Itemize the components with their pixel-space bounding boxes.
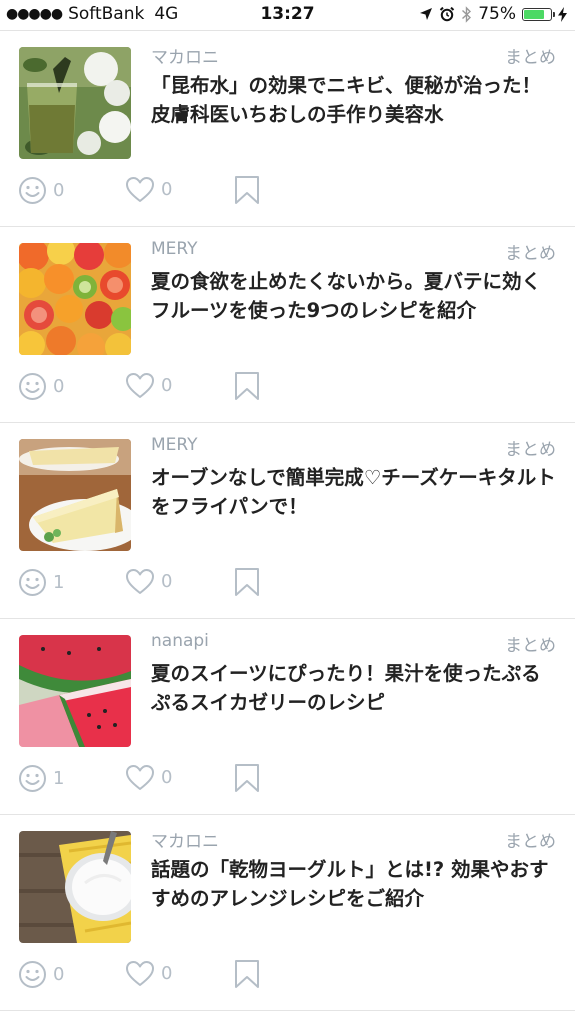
heart-icon: [126, 765, 154, 790]
bookmark-button[interactable]: [233, 959, 261, 989]
article-category: まとめ: [505, 244, 556, 264]
article-actions: 0 0: [0, 367, 575, 407]
like-button[interactable]: 0: [125, 176, 172, 203]
like-button[interactable]: 0: [125, 764, 172, 791]
battery-percent: 75%: [478, 4, 516, 24]
status-bar: ●●●●● SoftBank 4G 13:27 75%: [0, 0, 575, 31]
bookmark-button[interactable]: [233, 175, 261, 205]
article-source: マカロニ: [151, 48, 219, 68]
bookmark-icon: [235, 372, 259, 400]
like-button[interactable]: 0: [125, 568, 172, 595]
charging-bolt-icon: [558, 6, 567, 22]
article-card[interactable]: MERY まとめ 夏の食欲を止めたくないから。夏バテに効くフルーツを使った9つの…: [0, 227, 575, 423]
battery-fill: [524, 9, 544, 19]
smiley-icon: [19, 373, 46, 400]
article-title[interactable]: 夏の食欲を止めたくないから。夏バテに効くフルーツを使った9つのレシピを紹介: [151, 267, 557, 325]
article-actions: 0 0: [0, 955, 575, 995]
article-title[interactable]: 「昆布水」の効果でニキビ、便秘が治った！皮膚科医いちおしの手作り美容水: [151, 71, 557, 129]
article-actions: 1 0: [0, 759, 575, 799]
reaction-button[interactable]: 1: [18, 568, 64, 597]
article-card[interactable]: マカロニ まとめ 話題の「乾物ヨーグルト」とは!? 効果やおすすめのアレンジレシ…: [0, 815, 575, 1011]
reaction-count: 0: [53, 964, 65, 985]
article-thumbnail[interactable]: [19, 243, 131, 355]
smiley-icon: [19, 961, 46, 988]
reaction-count: 1: [53, 572, 65, 593]
like-button[interactable]: 0: [125, 372, 172, 399]
article-feed: マカロニ まとめ 「昆布水」の効果でニキビ、便秘が治った！皮膚科医いちおしの手作…: [0, 31, 575, 1011]
article-category: まとめ: [505, 636, 556, 656]
article-source: マカロニ: [151, 832, 219, 852]
bookmark-icon: [235, 960, 259, 988]
reaction-count: 1: [53, 768, 65, 789]
article-thumbnail[interactable]: [19, 831, 131, 943]
alarm-icon: [440, 6, 455, 22]
status-right: 75%: [419, 4, 567, 24]
smiley-icon: [19, 765, 46, 792]
reaction-button[interactable]: 0: [18, 372, 64, 401]
reaction-button[interactable]: 0: [18, 960, 64, 989]
article-title[interactable]: 話題の「乾物ヨーグルト」とは!? 効果やおすすめのアレンジレシピをご紹介: [151, 855, 557, 913]
article-title[interactable]: 夏のスイーツにぴったり！果汁を使ったぷるぷるスイカゼリーのレシピ: [151, 659, 557, 717]
bookmark-button[interactable]: [233, 567, 261, 597]
reaction-count: 0: [53, 376, 65, 397]
reaction-button[interactable]: 1: [18, 764, 64, 793]
heart-icon: [126, 373, 154, 398]
article-category: まとめ: [505, 48, 556, 68]
article-card[interactable]: マカロニ まとめ 「昆布水」の効果でニキビ、便秘が治った！皮膚科医いちおしの手作…: [0, 31, 575, 227]
reaction-button[interactable]: 0: [18, 176, 64, 205]
smiley-icon: [19, 569, 46, 596]
bookmark-button[interactable]: [233, 763, 261, 793]
bookmark-icon: [235, 176, 259, 204]
article-title[interactable]: オーブンなしで簡単完成♡チーズケーキタルトをフライパンで！: [151, 463, 557, 521]
location-arrow-icon: [420, 8, 433, 20]
bookmark-icon: [235, 568, 259, 596]
heart-icon: [126, 569, 154, 594]
bookmark-button[interactable]: [233, 371, 261, 401]
article-source: MERY: [151, 435, 198, 455]
battery-icon: [522, 7, 555, 21]
smiley-icon: [19, 177, 46, 204]
like-count: 0: [161, 963, 173, 984]
like-count: 0: [161, 375, 173, 396]
like-count: 0: [161, 767, 173, 788]
bookmark-icon: [235, 764, 259, 792]
article-source: nanapi: [151, 631, 209, 651]
article-thumbnail[interactable]: [19, 439, 131, 551]
article-category: まとめ: [505, 440, 556, 460]
article-card[interactable]: nanapi まとめ 夏のスイーツにぴったり！果汁を使ったぷるぷるスイカゼリーの…: [0, 619, 575, 815]
article-thumbnail[interactable]: [19, 635, 131, 747]
heart-icon: [126, 177, 154, 202]
article-source: MERY: [151, 239, 198, 259]
article-actions: 1 0: [0, 563, 575, 603]
article-card[interactable]: MERY まとめ オーブンなしで簡単完成♡チーズケーキタルトをフライパンで！ 1…: [0, 423, 575, 619]
article-thumbnail[interactable]: [19, 47, 131, 159]
like-button[interactable]: 0: [125, 960, 172, 987]
article-category: まとめ: [505, 832, 556, 852]
heart-icon: [126, 961, 154, 986]
reaction-count: 0: [53, 180, 65, 201]
bluetooth-icon: [462, 5, 472, 23]
article-actions: 0 0: [0, 171, 575, 211]
like-count: 0: [161, 179, 173, 200]
like-count: 0: [161, 571, 173, 592]
